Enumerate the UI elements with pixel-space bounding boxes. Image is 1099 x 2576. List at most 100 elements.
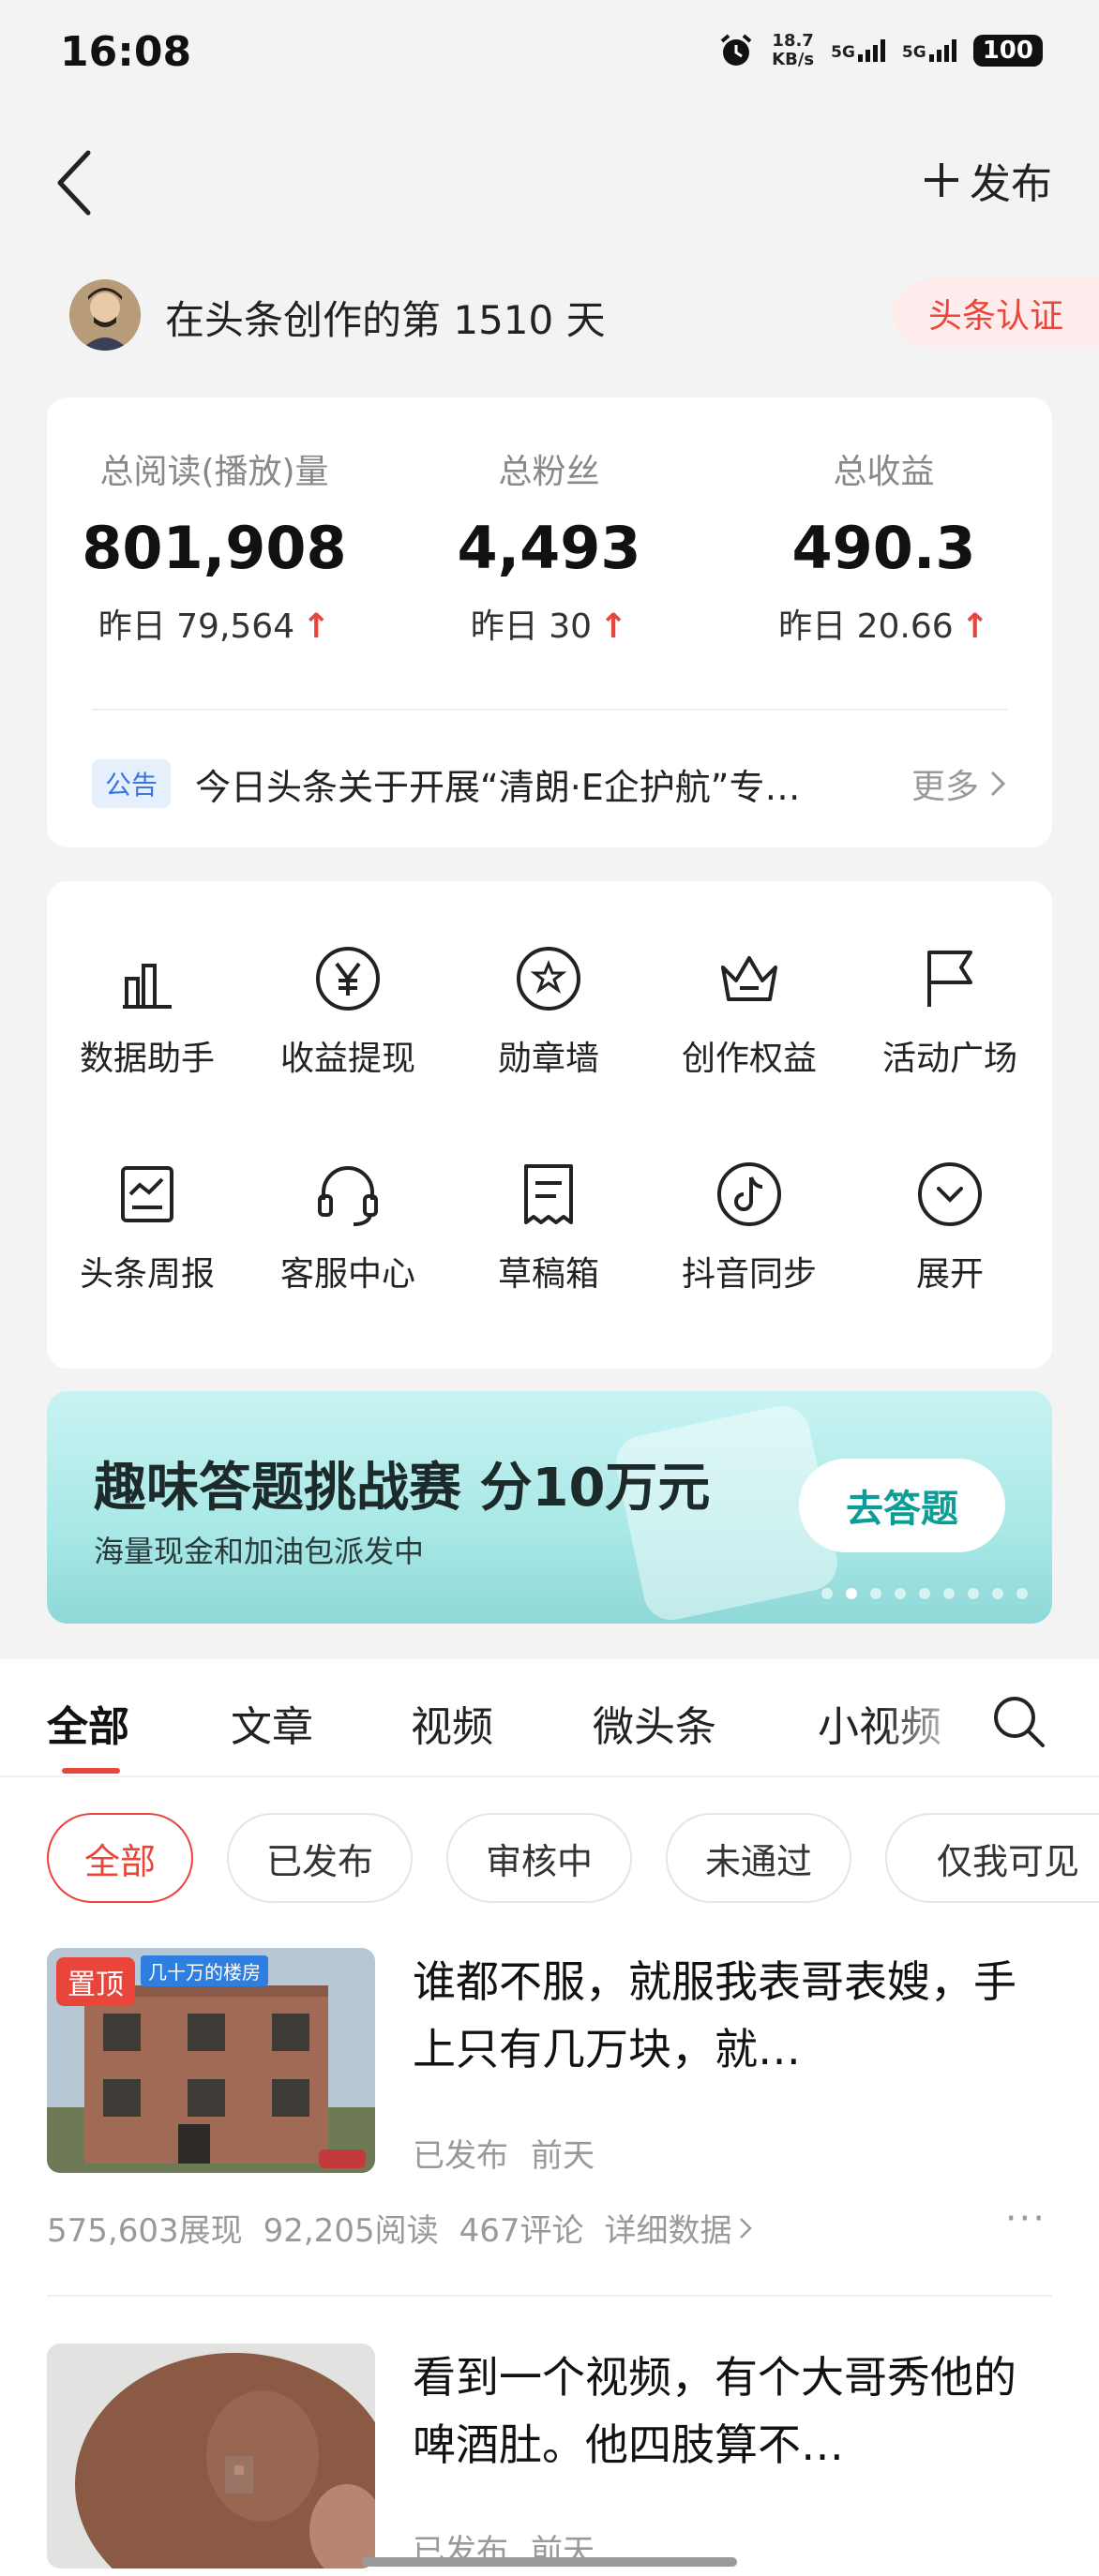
cert-badge[interactable]: 头条认证 [893,279,1099,347]
carousel-dot [968,1588,979,1599]
filter-chip-rejected[interactable]: 未通过 [666,1813,851,1903]
signal-sim2-icon: 5G [902,39,956,62]
thumbnail-caption: 几十万的楼房 [141,1955,268,1986]
carousel-dot-active [846,1588,857,1599]
publish-label: 发布 [970,160,1052,208]
tool-weekly-report[interactable]: 头条周报 [47,1157,248,1295]
stat-total-income[interactable]: 总收益 490.3 昨日 20.66 ↑ [716,444,1051,648]
tool-douyin-sync[interactable]: 抖音同步 [649,1157,850,1295]
item-title[interactable]: 看到一个视频，有个大哥秀他的啤酒肚。他四肢算不… [413,2344,1031,2479]
arrow-up-icon: ↑ [960,607,989,646]
stat-value: 4,493 [457,514,641,582]
search-icon[interactable] [990,1693,1046,1749]
crown-icon [721,956,777,1001]
stat-delta-text: 昨日 79,564 [98,607,295,646]
tool-income-withdraw[interactable]: 收益提现 [248,941,448,1080]
carousel-dot [1016,1588,1028,1599]
details-link[interactable]: 详细数据 [604,2205,753,2251]
item-thumbnail[interactable] [47,2344,375,2569]
item-title[interactable]: 谁都不服，就服我表哥表嫂，手上只有几万块，就… [413,1948,1031,2083]
tab-articles[interactable]: 文章 [231,1693,313,1753]
more-options-icon[interactable]: ··· [1005,2197,1046,2240]
notice-more-link[interactable]: 更多 [911,759,1007,808]
tool-activity-square[interactable]: 活动广场 [850,941,1050,1080]
sim1-label: 5G [831,43,855,62]
tool-label: 勋章墙 [497,1040,599,1078]
tool-label: 收益提现 [279,1040,415,1078]
tab-all[interactable]: 全部 [47,1693,129,1753]
tool-label: 客服中心 [279,1255,415,1294]
carousel-dot [895,1588,906,1599]
chevron-down-circle-icon [918,1162,982,1226]
tools-card: 数据助手 收益提现 勋章墙 创作权益 活动广场 头条周报 客服中心 草稿箱 抖音… [47,881,1052,1369]
filter-chip-all[interactable]: 全部 [47,1813,193,1903]
belly-image [47,2344,375,2569]
item-thumbnail[interactable]: 置顶 几十万的楼房 [47,1948,375,2173]
carousel-dot [919,1588,930,1599]
item-reads: 92,205阅读 [263,2212,439,2250]
filter-chip-private[interactable]: 仅我可见 [885,1813,1099,1903]
tab-fade [881,1678,975,1762]
avatar-image [69,279,141,351]
tool-label: 创作权益 [681,1040,817,1078]
carousel-dot [821,1588,833,1599]
stat-value: 490.3 [791,514,976,582]
arrow-up-icon: ↑ [599,607,628,646]
stat-delta: 昨日 30 ↑ [382,599,716,648]
back-arrow-icon [57,150,91,216]
flag-icon [927,951,972,1007]
tab-videos[interactable]: 视频 [411,1693,493,1753]
item-impressions: 575,603展现 [47,2212,243,2250]
tool-label: 抖音同步 [681,1255,817,1294]
stats-card: 总阅读(播放)量 801,908 昨日 79,564 ↑ 总粉丝 4,493 昨日… [47,397,1052,847]
stat-delta-text: 昨日 30 [470,607,593,646]
chevron-right-icon [740,2217,753,2239]
item-status: 已发布 [413,2137,508,2175]
filter-chip-reviewing[interactable]: 审核中 [446,1813,632,1903]
content-list: 全部 已发布 审核中 未通过 仅我可见 置顶 几十万的楼房 谁都不服，就服我表哥… [0,1777,1099,2576]
stat-delta: 昨日 20.66 ↑ [716,599,1051,648]
chevron-right-icon [990,771,1006,797]
tab-micro-posts[interactable]: 微头条 [593,1693,716,1753]
battery-icon: 100 [972,35,1043,67]
stat-label: 总收益 [833,453,935,491]
pinned-badge: 置顶 [56,1957,135,2006]
filter-chip-published[interactable]: 已发布 [227,1813,413,1903]
stat-total-reads[interactable]: 总阅读(播放)量 801,908 昨日 79,564 ↑ [47,444,382,648]
back-button[interactable] [47,145,103,220]
tool-drafts[interactable]: 草稿箱 [448,1157,649,1295]
answer-quiz-button[interactable]: 去答题 [799,1459,1005,1552]
stat-delta: 昨日 79,564 ↑ [47,599,382,648]
notice-tag: 公告 [92,759,172,808]
notice-bar[interactable]: 公告 今日头条关于开展“清朗·E企护航”专… 更多 [92,746,1007,821]
stat-total-fans[interactable]: 总粉丝 4,493 昨日 30 ↑ [382,444,716,648]
home-indicator[interactable] [362,2557,737,2567]
network-speed: 18.7 KB/s [772,32,814,69]
arrow-up-icon: ↑ [302,607,331,646]
carousel-dots[interactable] [821,1588,1028,1599]
net-speed-value: 18.7 [772,31,814,51]
creator-days: 在头条创作的第 1510 天 [165,297,606,343]
signal-sim1-icon: 5G [831,39,885,62]
carousel-dot [870,1588,881,1599]
item-comments: 467评论 [459,2212,584,2250]
item-stats: 575,603展现 92,205阅读 467评论 详细数据 [47,2205,753,2251]
tool-customer-service[interactable]: 客服中心 [248,1157,448,1295]
tool-expand[interactable]: 展开 [850,1157,1050,1295]
tool-label: 展开 [915,1255,984,1294]
stat-value: 801,908 [82,514,347,582]
stat-delta-text: 昨日 20.66 [778,607,954,646]
banner-title: 趣味答题挑战赛 分10万元 [94,1458,711,1519]
item-time: 前天 [531,2137,595,2175]
tool-data-assistant[interactable]: 数据助手 [47,941,248,1080]
tool-creator-rights[interactable]: 创作权益 [649,941,850,1080]
quiz-banner[interactable]: 趣味答题挑战赛 分10万元 海量现金和加油包派发中 去答题 [47,1391,1052,1624]
tool-medal-wall[interactable]: 勋章墙 [448,941,649,1080]
avatar[interactable] [69,279,141,351]
medal-icon [517,947,580,1011]
headset-icon [318,1166,378,1226]
details-label: 详细数据 [604,2212,732,2250]
stat-label: 总阅读(播放)量 [99,453,329,491]
divider [92,709,1007,711]
publish-button[interactable]: 发布 [923,150,1052,210]
